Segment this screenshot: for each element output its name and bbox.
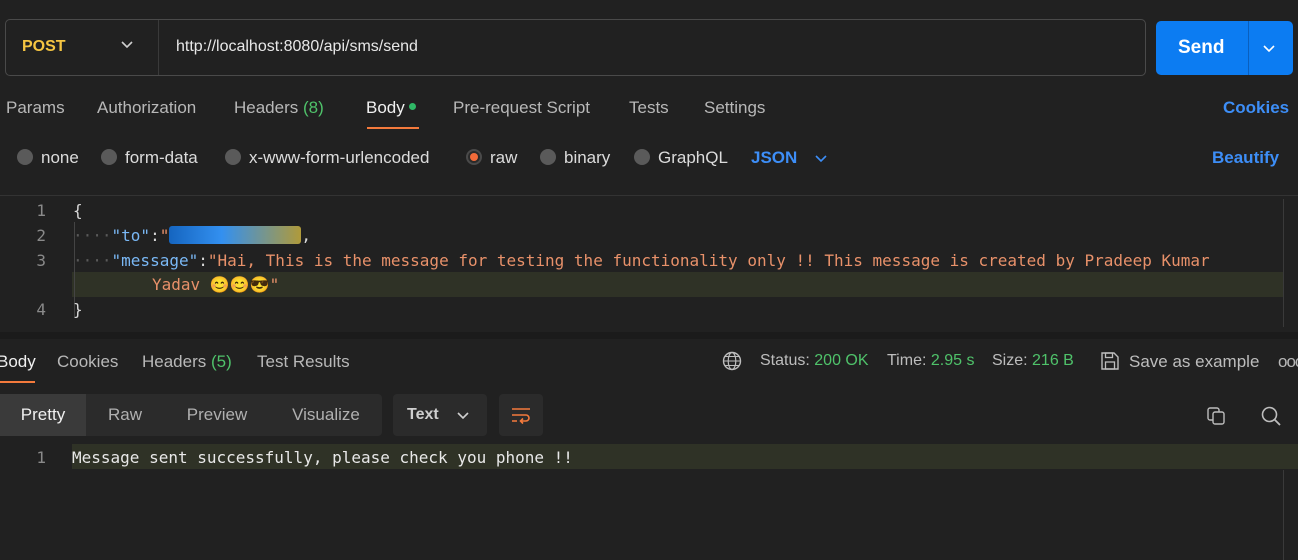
send-label: Send — [1178, 37, 1225, 58]
editor-scrollbar[interactable] — [1283, 199, 1284, 327]
format-select[interactable]: Text — [393, 394, 487, 436]
radio-dot — [101, 149, 117, 165]
view-pretty[interactable]: Pretty — [0, 394, 86, 436]
indent-dots: ···· — [73, 251, 112, 270]
body-modified-dot — [408, 103, 416, 111]
tab-body-label: Body — [366, 98, 405, 117]
tab-tests[interactable]: Tests — [629, 98, 669, 118]
format-select-label: Text — [407, 406, 439, 423]
indent-dots: ···· — [73, 226, 112, 245]
radio-raw-label: raw — [490, 148, 518, 167]
chevron-down-icon[interactable] — [814, 151, 828, 165]
response-tab-headers[interactable]: Headers (5) — [142, 352, 232, 372]
status-value: 200 OK — [814, 352, 869, 369]
json-colon: : — [150, 226, 160, 245]
radio-dot — [17, 149, 33, 165]
cookies-link[interactable]: Cookies — [1223, 98, 1289, 118]
copy-icon[interactable] — [1206, 406, 1226, 426]
send-button[interactable]: Send — [1156, 21, 1293, 75]
view-raw[interactable]: Raw — [94, 394, 156, 436]
code-line[interactable]: } — [73, 300, 83, 319]
view-preview[interactable]: Preview — [176, 394, 258, 436]
tab-settings[interactable]: Settings — [704, 98, 765, 118]
response-body-text[interactable]: Message sent successfully, please check … — [72, 448, 573, 467]
editor-top-border — [0, 195, 1298, 196]
response-tab-headers-label: Headers — [142, 352, 207, 371]
radio-none-label: none — [41, 148, 79, 167]
code-line[interactable]: ····"message":"Hai, This is the message … — [73, 251, 1210, 270]
view-visualize[interactable]: Visualize — [282, 394, 370, 436]
radio-binary-label: binary — [564, 148, 611, 167]
tab-params[interactable]: Params — [6, 98, 65, 118]
status-label: Status: — [760, 352, 810, 369]
url-input[interactable]: http://localhost:8080/api/sms/send — [176, 38, 418, 56]
view-mode-tabs: Pretty Raw Preview Visualize — [0, 394, 382, 436]
beautify-link[interactable]: Beautify — [1212, 148, 1279, 168]
line-number: 1 — [36, 201, 46, 220]
status-indicator: Status: 200 OK — [760, 352, 869, 370]
method-select[interactable]: POST — [6, 20, 159, 75]
response-headers-count: (5) — [211, 352, 232, 371]
globe-icon[interactable] — [722, 351, 742, 371]
json-message-value: "Hai, This is the message for testing th… — [207, 251, 1210, 270]
language-select[interactable]: JSON — [751, 148, 797, 168]
response-scrollbar[interactable] — [1283, 470, 1284, 560]
active-tab-indicator — [367, 127, 419, 129]
time-indicator: Time: 2.95 s — [887, 352, 974, 370]
json-colon: : — [198, 251, 208, 270]
code-line[interactable]: { — [73, 201, 83, 220]
wrap-lines-icon — [512, 408, 530, 425]
json-key-to: "to" — [111, 226, 151, 245]
radio-dot — [634, 149, 650, 165]
url-bar: POST http://localhost:8080/api/sms/send — [5, 19, 1146, 76]
headers-count: (8) — [303, 98, 324, 117]
radio-dot — [225, 149, 241, 165]
time-label: Time: — [887, 352, 927, 369]
json-key-message: "message" — [111, 251, 199, 270]
size-value: 216 B — [1032, 352, 1074, 369]
tab-authorization[interactable]: Authorization — [97, 98, 196, 118]
code-line-wrapped[interactable]: Yadav 😊😊😎" — [152, 275, 279, 294]
line-number: 3 — [36, 251, 46, 270]
json-comma: , — [301, 226, 311, 245]
response-tab-test-results[interactable]: Test Results — [257, 352, 350, 372]
radio-urlencoded-label: x-www-form-urlencoded — [249, 148, 430, 167]
radio-graphql-label: GraphQL — [658, 148, 728, 167]
redacted-phone-number — [169, 225, 302, 244]
search-icon[interactable] — [1260, 405, 1282, 427]
response-line-number: 1 — [36, 448, 46, 467]
more-options-icon[interactable]: ooo — [1278, 352, 1298, 372]
chevron-down-icon — [457, 412, 469, 420]
line-number: 2 — [36, 226, 46, 245]
response-tab-body[interactable]: Body — [0, 352, 36, 372]
close-brace: } — [73, 300, 83, 319]
response-tab-cookies[interactable]: Cookies — [57, 352, 118, 372]
code-line[interactable]: ····"to":", — [73, 225, 311, 246]
radio-dot-selected — [466, 149, 482, 165]
chevron-down-icon[interactable] — [1262, 41, 1276, 55]
method-label: POST — [22, 38, 66, 55]
tab-prerequest-script[interactable]: Pre-request Script — [453, 98, 590, 118]
tab-headers-label: Headers — [234, 98, 299, 117]
open-brace: { — [73, 201, 83, 220]
time-value: 2.95 s — [930, 352, 975, 369]
send-divider — [1248, 21, 1249, 75]
save-as-example-button[interactable]: Save as example — [1129, 352, 1259, 372]
save-icon[interactable] — [1100, 351, 1120, 371]
wrap-lines-button[interactable] — [499, 394, 543, 436]
radio-dot — [540, 149, 556, 165]
tab-headers[interactable]: Headers (8) — [234, 98, 324, 118]
tab-body[interactable]: Body — [366, 98, 416, 118]
active-tab-indicator — [0, 381, 35, 383]
size-indicator: Size: 216 B — [992, 352, 1074, 370]
line-number: 4 — [36, 300, 46, 319]
radio-form-data-label: form-data — [125, 148, 198, 167]
size-label: Size: — [992, 352, 1028, 369]
chevron-down-icon — [121, 41, 133, 49]
pane-divider[interactable] — [0, 332, 1298, 339]
